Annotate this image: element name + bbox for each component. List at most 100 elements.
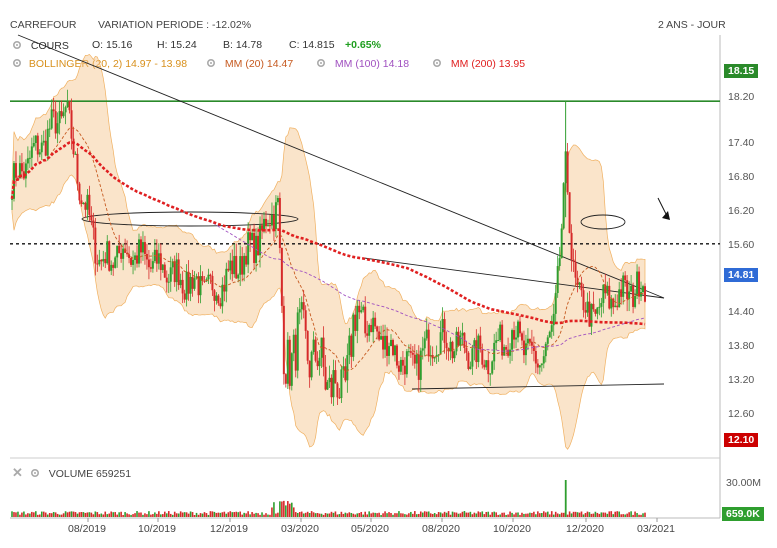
volume-bar (390, 513, 392, 517)
candle-body (270, 214, 273, 226)
volume-bar (318, 513, 321, 517)
x-tick-label: 05/2020 (351, 523, 389, 535)
volume-bar (425, 511, 428, 517)
volume-bar (290, 502, 293, 517)
volume-bar (539, 513, 541, 517)
volume-bar (271, 507, 273, 517)
close-icon[interactable]: ✕ (12, 465, 23, 480)
volume-bar (106, 514, 109, 517)
volume-bar (529, 512, 531, 517)
volume-bar (275, 513, 277, 517)
candle-body (66, 101, 69, 108)
volume-bar (269, 514, 271, 517)
volume-bar (348, 512, 351, 517)
volume-bar (414, 511, 416, 517)
volume-bar (427, 511, 430, 517)
candle-body (20, 163, 23, 172)
x-tick-label: 10/2019 (138, 523, 176, 535)
volume-badge: 659.0K (722, 507, 764, 521)
volume-bar (515, 512, 517, 517)
candle-body (505, 346, 508, 350)
candle-body (278, 198, 281, 248)
candle-body (358, 305, 361, 313)
candle-body (137, 239, 140, 264)
volume-bar (237, 512, 240, 517)
candle-body (622, 275, 625, 297)
candle-body (268, 225, 271, 227)
volume-bar (499, 514, 501, 517)
candle-body (419, 350, 422, 380)
gear-icon[interactable] (30, 468, 40, 478)
volume-bar (82, 512, 85, 517)
candle-body (249, 232, 252, 241)
volume-bar (326, 513, 329, 517)
volume-bar (475, 513, 478, 517)
volume-bar (265, 513, 267, 517)
volume-bar (433, 513, 436, 517)
volume-bar (42, 511, 45, 517)
y-tick-label: 16.20 (728, 204, 755, 217)
candle-body (471, 348, 474, 367)
volume-bar (243, 512, 245, 517)
volume-bar (78, 512, 81, 517)
volume-bar (225, 513, 228, 517)
volume-bar (505, 514, 507, 517)
volume-bar (21, 512, 23, 517)
volume-bar (429, 513, 432, 517)
candle-body (550, 325, 553, 332)
candle-body (298, 309, 301, 313)
volume-bar (578, 512, 581, 517)
candle-body (636, 271, 639, 296)
candle-body (397, 365, 400, 372)
volume-bar (330, 511, 333, 517)
volume-bar (88, 512, 91, 517)
volume-bar (52, 512, 55, 517)
volume-bar (165, 513, 168, 517)
volume-bar (594, 511, 597, 517)
candle-body (552, 313, 555, 326)
candle-body (116, 245, 119, 258)
volume-bar (273, 502, 275, 517)
candle-body (520, 333, 523, 341)
candle-body (120, 253, 123, 259)
candle-body (578, 282, 581, 285)
candle-body (169, 267, 172, 282)
volume-bar (70, 511, 73, 517)
volume-bar (342, 513, 345, 517)
volume-bar (501, 512, 503, 517)
volume-bar (54, 512, 57, 517)
volume-bar (245, 513, 247, 517)
volume-bar (493, 511, 495, 517)
candle-body (348, 335, 351, 356)
y-tick-label: 12.60 (728, 408, 755, 421)
candle-body (108, 241, 111, 271)
volume-bar (380, 514, 382, 517)
volume-bar (171, 514, 174, 517)
volume-bar (263, 514, 265, 517)
volume-bar (441, 513, 444, 517)
volume-bar (173, 511, 176, 517)
volume-bar (461, 511, 464, 517)
volume-bar (116, 514, 118, 517)
volume-bar (598, 513, 601, 517)
candle-body (562, 183, 565, 229)
candle-body (405, 351, 408, 375)
candle-body (423, 338, 426, 349)
volume-bar (31, 511, 33, 517)
volume-bar (152, 514, 154, 517)
candle-body (475, 340, 478, 363)
volume-bar (419, 511, 422, 517)
volume-bar (535, 514, 537, 517)
volume-bar (124, 512, 126, 517)
volume-bar (354, 514, 357, 517)
candle-body (465, 348, 468, 353)
volume-bar (495, 512, 497, 517)
volume-bar (485, 511, 488, 517)
volume-bar (233, 512, 236, 517)
volume-bar (191, 512, 194, 517)
volume-bar (283, 500, 285, 517)
volume-bar (80, 511, 83, 517)
candle-body (362, 306, 365, 311)
candle-body (346, 355, 349, 381)
volume-bar (360, 511, 363, 517)
